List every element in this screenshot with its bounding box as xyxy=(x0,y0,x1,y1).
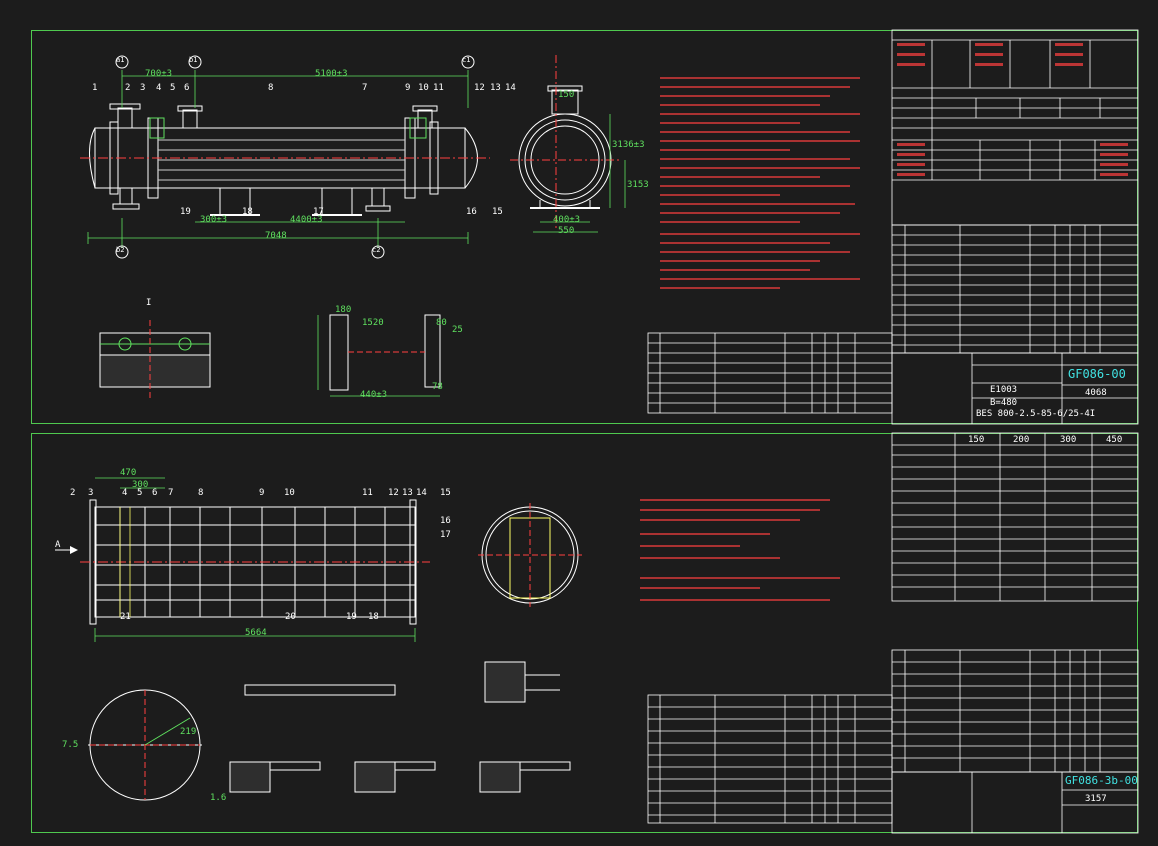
part-num: 8 xyxy=(198,488,204,498)
section-title: I xyxy=(146,298,152,308)
exchanger-side-view xyxy=(510,55,620,230)
spec-header: 300 xyxy=(1060,435,1077,445)
part-num: 8 xyxy=(268,83,274,93)
part-num: 5 xyxy=(170,83,176,93)
length-label-1: B=480 xyxy=(990,398,1018,408)
spec-header: 150 xyxy=(968,435,985,445)
tech-notes-1 xyxy=(660,77,860,289)
part-num: 19 xyxy=(346,612,357,622)
part-num: 5 xyxy=(137,488,143,498)
part-num: 12 xyxy=(388,488,399,498)
dim-c-2: 219 xyxy=(180,727,197,737)
detail-dim-a: 180 xyxy=(335,305,352,315)
dim-d-2: 7.5 xyxy=(62,740,79,750)
dim-side-b: 550 xyxy=(558,226,575,236)
drawing-number-1: GF086-00 xyxy=(1068,367,1126,381)
detail-dim-f: 78 xyxy=(432,382,443,392)
nozzle-label: c1 xyxy=(462,56,471,64)
dim-right-b: 3153 xyxy=(627,180,649,190)
dim-e-2: 1.6 xyxy=(210,793,227,803)
part-num: 2 xyxy=(70,488,76,498)
detail-dim-b: 1520 xyxy=(362,318,384,328)
drawing-number-2: GF086-3b-00 xyxy=(1065,774,1138,787)
part-num: 12 xyxy=(474,83,485,93)
nozzle-label: c2 xyxy=(372,246,381,254)
spec-header: 450 xyxy=(1106,435,1123,445)
part-num: 14 xyxy=(505,83,516,93)
drawing-svg xyxy=(55,29,1139,834)
part-num: 21 xyxy=(120,612,131,622)
part-num: 18 xyxy=(242,207,253,217)
dim-top-left: 700±3 xyxy=(145,69,173,79)
part-num: 19 xyxy=(180,207,191,217)
detail-views-2 xyxy=(229,661,571,793)
part-num: 17 xyxy=(440,530,451,540)
dim-total-2: 5664 xyxy=(245,628,267,638)
dimension-lines-1 xyxy=(87,70,469,248)
dim-a-2: 470 xyxy=(120,468,137,478)
part-num: 15 xyxy=(440,488,451,498)
part-num: 7 xyxy=(362,83,368,93)
model-label-1: BES 800-2.5-85-6/25-4I xyxy=(976,409,1096,419)
baffle-view-a xyxy=(88,689,202,801)
nozzle-label: a1 xyxy=(116,56,125,64)
part-num: 6 xyxy=(152,488,158,498)
part-num: 4 xyxy=(156,83,162,93)
weight-2: 3157 xyxy=(1085,794,1107,804)
part-num: 2 xyxy=(125,83,131,93)
part-num: 15 xyxy=(492,207,503,217)
part-num: 7 xyxy=(168,488,174,498)
part-num: 3 xyxy=(88,488,94,498)
nozzle-label: b2 xyxy=(116,246,125,254)
part-num: 10 xyxy=(418,83,429,93)
tube-sheet-view xyxy=(478,503,582,607)
detail-dim-d: 25 xyxy=(452,325,463,335)
part-num: 20 xyxy=(285,612,296,622)
weight-1: 4068 xyxy=(1085,388,1107,398)
exchanger-elevation xyxy=(80,103,490,216)
parts-list-2 xyxy=(647,649,1139,824)
part-num: 9 xyxy=(259,488,265,498)
part-num: 16 xyxy=(466,207,477,217)
section-label-2: A xyxy=(55,540,61,550)
part-num: 16 xyxy=(440,516,451,526)
part-num: 11 xyxy=(362,488,373,498)
part-num: 13 xyxy=(490,83,501,93)
part-num: 9 xyxy=(405,83,411,93)
part-num: 4 xyxy=(122,488,128,498)
detail-dim-e: 440±3 xyxy=(360,390,388,400)
part-num: 1 xyxy=(92,83,98,93)
detail-dim-c: 80 xyxy=(436,318,447,328)
spec-table-1 xyxy=(891,29,1139,226)
spec-header: 200 xyxy=(1013,435,1030,445)
dim-side-a: 400±3 xyxy=(553,215,581,225)
part-num: 3 xyxy=(140,83,146,93)
spec-table-2 xyxy=(891,432,1139,602)
part-num: 17 xyxy=(313,207,324,217)
part-num: 18 xyxy=(368,612,379,622)
dim-right-a: 3136±3 xyxy=(612,140,645,150)
part-num: 14 xyxy=(416,488,427,498)
tech-notes-2 xyxy=(640,499,840,601)
part-num: 6 xyxy=(184,83,190,93)
tube-bundle-elevation xyxy=(80,499,430,625)
part-num: 13 xyxy=(402,488,413,498)
dim-top-mid: 5100±3 xyxy=(315,69,348,79)
dim-total: 7048 xyxy=(265,231,287,241)
part-num: 10 xyxy=(284,488,295,498)
dim-side-top: 150 xyxy=(558,90,575,100)
section-i-detail xyxy=(99,320,211,400)
nozzle-label: b1 xyxy=(189,56,198,64)
size-label-1: E1003 xyxy=(990,385,1018,395)
part-num: 11 xyxy=(433,83,444,93)
cad-drawing-canvas[interactable]: 700±3 5100±3 300±3 4400±3 7048 150 400±3… xyxy=(0,0,1158,846)
dim-bottom-a: 300±3 xyxy=(200,215,228,225)
